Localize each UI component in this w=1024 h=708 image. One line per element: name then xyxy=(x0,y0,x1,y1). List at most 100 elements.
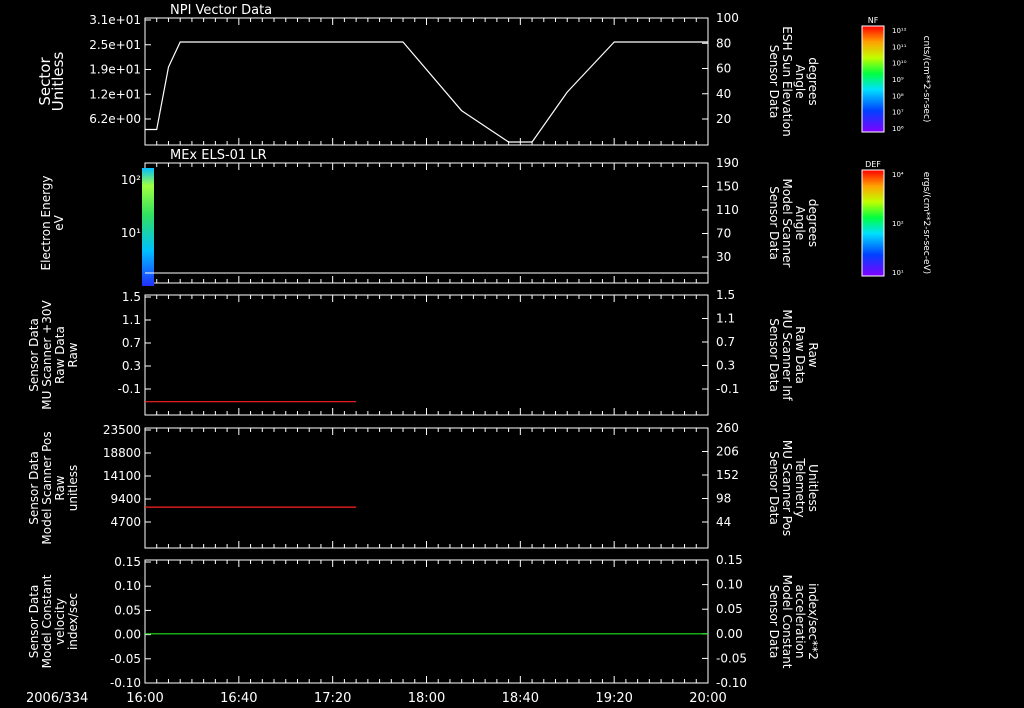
panel-5: 0.15 0.10 0.05 0.00 -0.05 -0.10 0.15 0.10 0.05 0.… xyxy=(27,553,820,690)
date-label: 2006/334 xyxy=(26,691,88,706)
chart-canvas: NPI Vector Data 3.1e+01 2.5e+01 1.9e+01 1.2e… xyxy=(26,3,931,706)
y-tick-label: 3.1e+01 xyxy=(89,13,141,27)
right-axis-label-line: Model Constant xyxy=(780,575,794,669)
y-tick-label: 18800 xyxy=(103,446,141,460)
left-axis-label-line: MU Scanner +30V xyxy=(40,300,54,410)
y-tick-label-right: 1.5 xyxy=(716,288,735,302)
left-axis-label-line: Sensor Data xyxy=(27,451,41,525)
right-axis-label: Sensor Data MU Scanner Inf Raw Data Raw xyxy=(767,309,820,401)
panel-frame xyxy=(144,162,709,284)
y-tick-label: 1.2e+01 xyxy=(89,87,141,101)
left-axis-label-line: unitless xyxy=(66,465,80,511)
right-axis-label-line: acceleration xyxy=(793,585,807,659)
right-axis-label-line: MU Scanner Inf xyxy=(780,309,794,401)
x-tick-label: 16:00 xyxy=(126,691,163,706)
right-axis-label: Sensor Data Model Scanner Angle degrees xyxy=(767,179,820,268)
colorbar-unit-text: cnts/(cm**2-sr-sec) xyxy=(921,36,931,123)
left-axis-label: Sensor Data MU Scanner +30V Raw Data Raw xyxy=(27,300,80,410)
panel-1: NPI Vector Data 3.1e+01 2.5e+01 1.9e+01 1.2e… xyxy=(36,3,820,146)
left-axis-label: Sensor Data Model Scanner Pos Raw unitless xyxy=(27,431,80,544)
y-tick-label: 23500 xyxy=(103,423,141,437)
left-axis-label-line: Electron Energy xyxy=(39,175,53,270)
y-tick-label-right: 150 xyxy=(716,180,739,194)
y-tick-label: -0.05 xyxy=(110,652,141,666)
y-tick-label-right: 80 xyxy=(716,36,731,50)
panel-frame xyxy=(144,559,709,684)
y-tick-label-right: 152 xyxy=(716,468,739,482)
y-tick-label: 6.2e+00 xyxy=(89,112,141,126)
y-tick-label: 1.9e+01 xyxy=(89,63,141,77)
right-axis-label-line: Angle xyxy=(793,64,807,98)
left-axis-label-line: Sensor Data xyxy=(27,585,41,659)
y-tick-label: -0.1 xyxy=(118,382,141,396)
x-tick-label: 20:00 xyxy=(689,691,726,706)
y-tick-label: 1.1 xyxy=(122,313,141,327)
colorbar-tick-label: 10⁴ xyxy=(892,171,904,179)
y-tick-label-right: 0.05 xyxy=(716,602,743,616)
panel-2: MEx ELS-01 LR 10² 10¹ 190 150 110 70 30 Electron… xyxy=(39,148,820,284)
colorbar-tick-label: 10⁹ xyxy=(892,76,904,84)
y-tick-label: 9400 xyxy=(110,492,141,506)
y-tick-label: 0.05 xyxy=(114,603,141,617)
y-tick-label-right: 110 xyxy=(716,203,739,217)
panel-title: MEx ELS-01 LR xyxy=(170,148,267,163)
spectrogram-block xyxy=(142,168,154,286)
x-tick-label: 17:20 xyxy=(314,691,351,706)
colorbar-tick-label: 10⁷ xyxy=(892,109,904,117)
right-axis-label-line: Telemetry xyxy=(793,457,807,517)
y-tick-label-right: 0.3 xyxy=(716,359,735,373)
right-axis-label-line: Raw xyxy=(806,342,820,367)
y-tick-label-right: 40 xyxy=(716,87,731,101)
y-tick-label-right: 190 xyxy=(716,156,739,170)
colorbar-tick-label: 10⁶ xyxy=(892,125,904,133)
right-axis-label-line: ESH Sun Elevation xyxy=(780,26,794,136)
right-axis-label-line: Sensor Data xyxy=(767,318,781,392)
y-tick-label-right: 70 xyxy=(716,227,731,241)
y-tick-label-right: 100 xyxy=(716,11,739,25)
left-axis-label: Electron Energy eV xyxy=(39,175,66,270)
colorbar-tick-label: 10² xyxy=(892,220,904,228)
x-tick-label: 19:20 xyxy=(595,691,632,706)
colorbar-unit: ergs/(cm**2-sr-sec-eV) xyxy=(921,172,931,274)
right-axis-label-line: Sensor Data xyxy=(767,451,781,525)
right-axis-label-line: Raw Data xyxy=(793,326,807,384)
left-axis-label-line: eV xyxy=(52,214,66,230)
colorbar-gradient xyxy=(861,169,885,277)
left-axis-label-line: Raw Data xyxy=(53,326,67,384)
right-axis-label-line: Model Scanner xyxy=(780,179,794,268)
panel-frame xyxy=(144,294,709,416)
right-axis-label-line: Sensor Data xyxy=(767,186,781,260)
right-axis-label: Sensor Data ESH Sun Elevation Angle degrees xyxy=(767,26,820,136)
colorbar-label: NF xyxy=(868,16,879,25)
y-tick-label-right: 1.1 xyxy=(716,312,735,326)
panel-title: NPI Vector Data xyxy=(170,3,272,18)
right-axis-label-line: MU Scanner Pos xyxy=(780,440,794,536)
y-tick-label-right: 260 xyxy=(716,421,739,435)
y-tick-label-right: 44 xyxy=(716,515,731,529)
y-tick-label: 10² xyxy=(121,173,141,187)
right-axis-label-line: degrees xyxy=(806,199,820,247)
colorbar-tick-label: 10¹¹ xyxy=(892,43,907,51)
y-tick-label-right: 206 xyxy=(716,445,739,459)
colorbar-2: DEF 10⁴ 10² 10¹ ergs/(cm**2-sr-sec-eV) xyxy=(861,160,931,277)
y-tick-label: 4700 xyxy=(110,515,141,529)
left-axis-label-line: Raw xyxy=(66,342,80,367)
left-axis-label: Sensor Data Model Constant velocity index/s… xyxy=(27,574,80,668)
left-axis-label-line: velocity xyxy=(53,598,67,645)
left-axis-label-line: index/sec xyxy=(66,593,80,650)
colorbar-unit-text: ergs/(cm**2-sr-sec-eV) xyxy=(921,172,931,274)
y-tick-label: 0.7 xyxy=(122,336,141,350)
panel-frame xyxy=(144,17,709,146)
right-axis-label: Sensor Data MU Scanner Pos Telemetry Unitle… xyxy=(767,440,820,536)
left-axis-label-line: Model Constant xyxy=(40,574,54,668)
right-axis-label-line: Angle xyxy=(793,206,807,240)
panel-frame xyxy=(144,427,709,549)
right-axis-label: Sensor Data Model Constant acceleration ind… xyxy=(767,575,820,669)
colorbar-unit: cnts/(cm**2-sr-sec) xyxy=(921,36,931,123)
colorbar-tick-label: 10¹⁰ xyxy=(892,60,907,68)
y-tick-label-right: 0.00 xyxy=(716,627,743,641)
colorbar-gradient xyxy=(861,25,885,133)
y-tick-label: 0.15 xyxy=(114,555,141,569)
y-tick-label: 1.5 xyxy=(122,290,141,304)
right-axis-label-line: degrees xyxy=(806,57,820,105)
